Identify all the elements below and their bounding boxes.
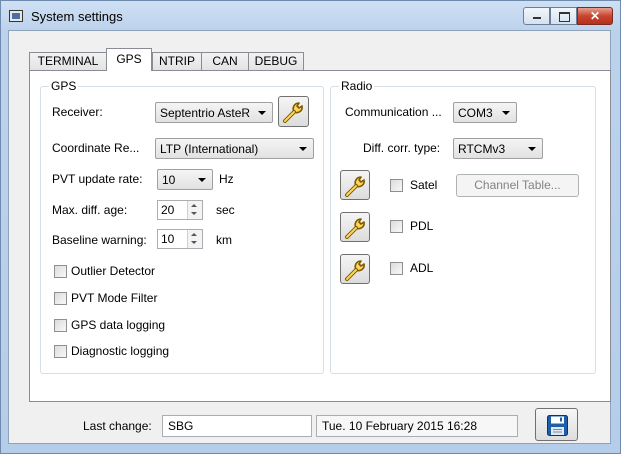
baseline-label: Baseline warning: (52, 233, 147, 247)
max-diff-unit: sec (216, 203, 235, 217)
close-button[interactable]: ✕ (577, 7, 613, 25)
diff-corr-select[interactable]: RTCMv3 (453, 138, 543, 159)
communication-select[interactable]: COM3 (453, 102, 517, 123)
adl-config-button[interactable] (340, 254, 370, 284)
pvt-rate-value: 10 (162, 173, 176, 187)
receiver-config-button[interactable] (278, 96, 309, 127)
chevron-down-icon (299, 147, 307, 151)
checkbox-box[interactable] (54, 319, 67, 332)
maximize-button[interactable] (550, 7, 577, 25)
receiver-label: Receiver: (52, 105, 103, 119)
chevron-down-icon (528, 147, 536, 151)
checkbox-box[interactable] (54, 345, 67, 358)
checkbox-box[interactable] (390, 262, 403, 275)
spin-buttons[interactable] (187, 230, 202, 248)
chevron-down-icon (502, 111, 510, 115)
max-diff-value: 20 (161, 203, 175, 217)
pvt-rate-select[interactable]: 10 (157, 169, 213, 190)
minimize-icon (524, 8, 549, 24)
radio-group-label: Radio (339, 79, 375, 93)
checkbox-box[interactable] (390, 220, 403, 233)
spin-up-icon (191, 233, 197, 236)
maximize-icon (551, 8, 576, 24)
close-icon: ✕ (589, 9, 601, 23)
pvt-rate-label: PVT update rate: (52, 172, 143, 186)
floppy-disk-icon (547, 415, 568, 436)
wrench-icon (345, 218, 365, 239)
checkbox-box[interactable] (54, 292, 67, 305)
checkbox-label: PVT Mode Filter (71, 291, 158, 305)
minimize-button[interactable] (523, 7, 550, 25)
checkbox-label: ADL (410, 261, 434, 275)
save-button[interactable] (535, 408, 578, 441)
tab-gps[interactable]: GPS (106, 48, 152, 71)
diff-corr-value: RTCMv3 (458, 142, 506, 156)
checkbox-label: GPS data logging (71, 318, 166, 332)
max-diff-label: Max. diff. age: (52, 203, 128, 217)
communication-label: Communication ... (345, 105, 442, 119)
spin-buttons[interactable] (187, 201, 202, 219)
app-icon (9, 10, 23, 22)
satel-config-button[interactable] (340, 170, 370, 200)
gps-group-label: GPS (49, 79, 79, 93)
wrench-icon (283, 102, 303, 123)
wrench-icon (345, 176, 365, 197)
last-change-user-field[interactable]: SBG (162, 415, 312, 437)
spin-down-icon (191, 212, 197, 215)
last-change-date-field: Tue. 10 February 2015 16:28 (316, 415, 518, 437)
last-change-user-value: SBG (168, 419, 194, 433)
pdl-config-button[interactable] (340, 212, 370, 242)
baseline-stepper[interactable]: 10 (157, 229, 203, 249)
communication-value: COM3 (458, 106, 493, 120)
last-change-label: Last change: (83, 419, 152, 433)
spin-up-icon (191, 204, 197, 207)
tab-can[interactable]: CAN (201, 52, 249, 70)
chevron-down-icon (198, 178, 206, 182)
wrench-icon (345, 260, 365, 281)
coordinate-label: Coordinate Re... (52, 141, 140, 155)
last-change-date-value: Tue. 10 February 2015 16:28 (322, 419, 477, 433)
spin-down-icon (191, 241, 197, 244)
checkbox-label: PDL (410, 219, 434, 233)
window-title: System settings (31, 9, 123, 24)
checkbox-box[interactable] (54, 265, 67, 278)
coordinate-select[interactable]: LTP (International) (155, 138, 314, 159)
baseline-unit: km (216, 233, 232, 247)
checkbox-label: Outlier Detector (71, 264, 156, 278)
diff-corr-label: Diff. corr. type: (363, 141, 441, 155)
tab-terminal[interactable]: TERMINAL (29, 52, 107, 70)
title-bar[interactable]: System settings ✕ (1, 1, 620, 31)
checkbox-label: Satel (410, 178, 438, 192)
tab-ntrip[interactable]: NTRIP (152, 52, 202, 70)
chevron-down-icon (258, 111, 266, 115)
receiver-select[interactable]: Septentrio AsteR (155, 102, 273, 123)
baseline-value: 10 (161, 232, 175, 246)
max-diff-stepper[interactable]: 20 (157, 200, 203, 220)
checkbox-label: Diagnostic logging (71, 344, 170, 358)
receiver-value: Septentrio AsteR (160, 106, 251, 120)
tab-debug[interactable]: DEBUG (248, 52, 304, 70)
channel-table-button[interactable]: Channel Table... (456, 174, 579, 197)
pvt-rate-unit: Hz (219, 172, 234, 186)
coordinate-value: LTP (International) (160, 142, 259, 156)
checkbox-box[interactable] (390, 179, 403, 192)
